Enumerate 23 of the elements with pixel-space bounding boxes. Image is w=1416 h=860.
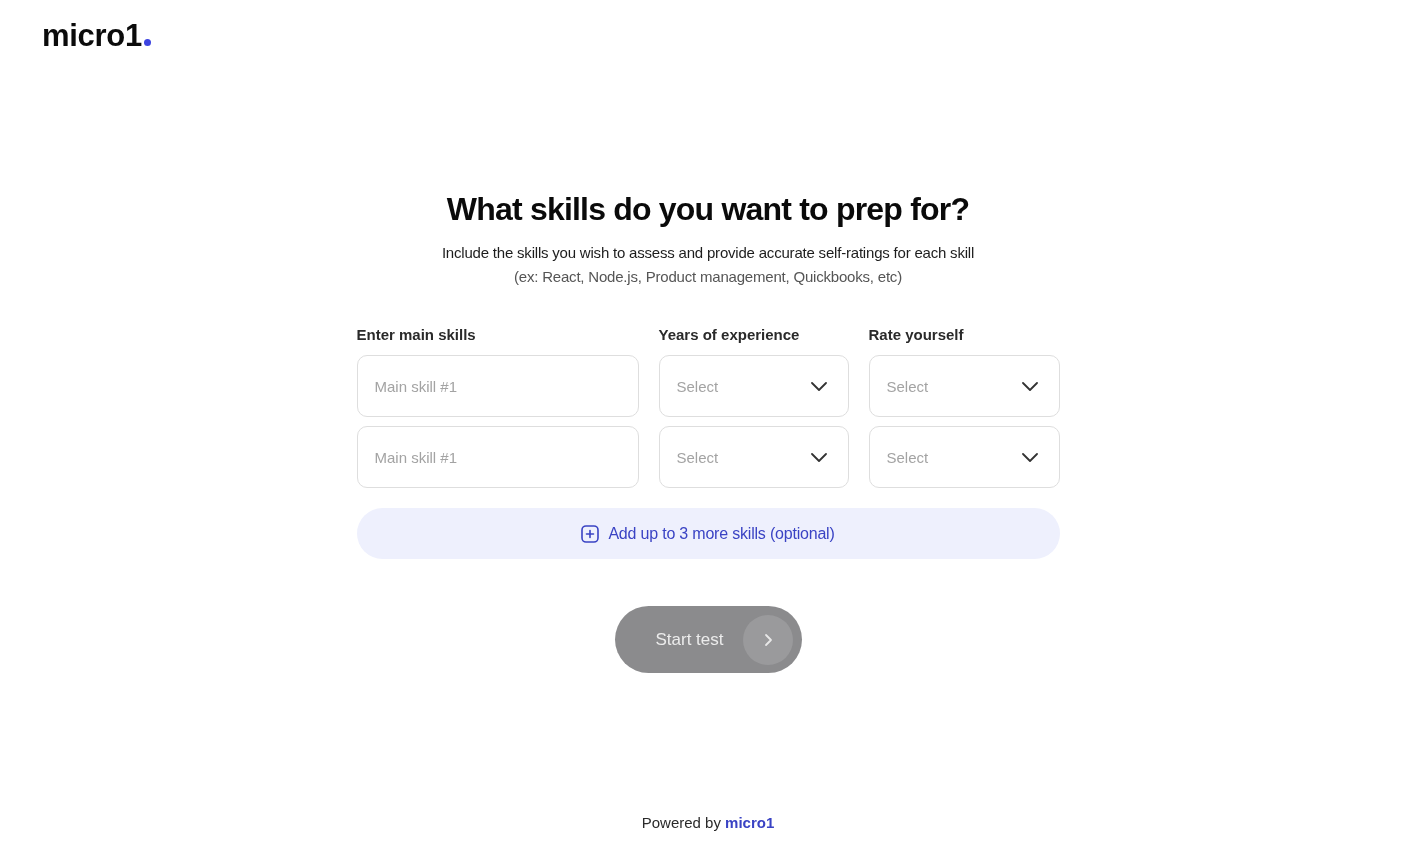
logo-dot-icon	[143, 39, 151, 46]
chevron-down-icon	[810, 452, 827, 462]
chevron-down-icon	[1021, 452, 1038, 462]
column-label: Enter main skills	[356, 325, 476, 345]
footer-text: Powered by micro1	[641, 813, 775, 833]
description-text: Include the skills you wish to assess and provide accurate self-ratings for each skill	[441, 243, 975, 263]
plus-square-icon	[581, 524, 600, 543]
rating-select[interactable]: Select	[868, 426, 1060, 488]
examples-text: (ex: React, Node.js, Product management, Quickbooks, etc)	[514, 267, 902, 287]
years-select[interactable]: Select	[658, 355, 849, 417]
column-label: Rate yourself	[868, 325, 964, 345]
logo-text: micro1	[42, 18, 142, 54]
chevron-down-icon	[1021, 381, 1038, 391]
add-skills-button[interactable]: Add up to 3 more skills (optional)	[356, 508, 1060, 559]
brand-link[interactable]: micro1	[725, 814, 775, 831]
chevron-down-icon	[810, 381, 827, 391]
skill-input[interactable]: Main skill #1	[356, 426, 639, 488]
column-label: Years of experience	[658, 325, 800, 345]
years-select[interactable]: Select	[658, 426, 849, 488]
rating-select[interactable]: Select	[868, 355, 1060, 417]
page-heading: What skills do you want to prep for?	[446, 190, 970, 229]
skill-input[interactable]: Main skill #1	[356, 355, 639, 417]
chevron-right-icon	[742, 614, 793, 665]
